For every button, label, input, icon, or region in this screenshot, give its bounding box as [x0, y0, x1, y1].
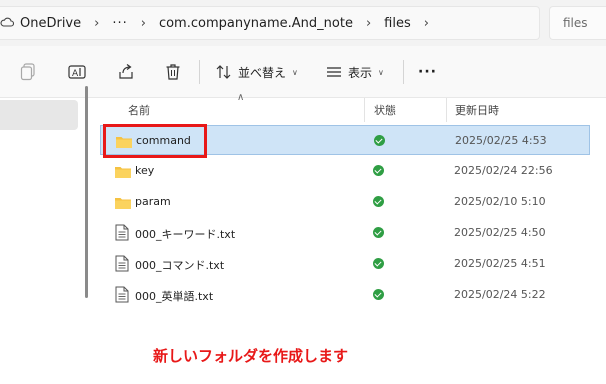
- copy-icon: [20, 63, 36, 81]
- more-options-button[interactable]: ···: [418, 62, 437, 82]
- breadcrumb-overflow[interactable]: ···: [112, 16, 127, 31]
- column-status[interactable]: 状態: [374, 102, 396, 118]
- share-icon: [117, 63, 135, 81]
- search-placeholder: files: [563, 16, 588, 30]
- chevron-right-icon[interactable]: ›: [94, 16, 99, 31]
- file-row[interactable]: 000_コマンド.txt 2025/02/25 4:51: [100, 249, 590, 279]
- breadcrumb[interactable]: OneDrive › ··· › com.companyname.And_not…: [0, 6, 540, 40]
- sort-button[interactable]: 並べ替え ∨: [216, 62, 298, 82]
- nav-scrollbar[interactable]: [85, 86, 88, 298]
- file-modified: 2025/02/25 4:53: [455, 134, 547, 147]
- file-row[interactable]: 000_英単語.txt 2025/02/24 5:22: [100, 280, 590, 310]
- file-modified: 2025/02/24 5:22: [454, 288, 546, 301]
- share-button[interactable]: [117, 62, 135, 82]
- chevron-down-icon: ∨: [292, 67, 298, 77]
- folder-icon: [114, 195, 132, 214]
- copy-button[interactable]: [20, 62, 36, 82]
- synced-check-icon: [374, 135, 385, 146]
- column-divider[interactable]: [446, 98, 447, 122]
- toolbar-divider: [403, 60, 404, 84]
- rename-button[interactable]: A: [68, 62, 86, 82]
- chevron-right-icon[interactable]: ›: [141, 16, 146, 31]
- cloud-icon: [0, 16, 15, 30]
- synced-check-icon: [373, 289, 384, 300]
- column-modified[interactable]: 更新日時: [455, 102, 499, 118]
- text-file-icon: [115, 224, 129, 245]
- svg-text:A: A: [72, 69, 79, 79]
- text-file-icon: [115, 286, 129, 307]
- file-modified: 2025/02/10 5:10: [454, 195, 546, 208]
- search-input[interactable]: files: [549, 6, 606, 40]
- file-modified: 2025/02/25 4:51: [454, 257, 546, 270]
- file-modified: 2025/02/25 4:50: [454, 226, 546, 239]
- column-divider[interactable]: [364, 98, 365, 122]
- address-bar-area: OneDrive › ··· › com.companyname.And_not…: [0, 0, 606, 46]
- synced-check-icon: [373, 227, 384, 238]
- view-label: 表示: [348, 65, 373, 80]
- breadcrumb-onedrive[interactable]: OneDrive: [20, 16, 81, 31]
- column-name[interactable]: 名前: [128, 102, 150, 118]
- sort-ascending-icon: ∧: [237, 92, 245, 103]
- file-name: 000_英単語.txt: [135, 290, 214, 303]
- chevron-right-icon[interactable]: ›: [366, 16, 371, 31]
- sort-label: 並べ替え: [238, 65, 287, 80]
- more-icon: ···: [418, 64, 437, 80]
- file-name: 000_キーワード.txt: [135, 228, 236, 241]
- chevron-right-icon[interactable]: ›: [424, 16, 429, 31]
- sort-icon: [216, 64, 232, 80]
- rename-icon: A: [68, 63, 86, 81]
- file-modified: 2025/02/24 22:56: [454, 164, 553, 177]
- column-header: 名前 ∧ 状態 更新日時: [100, 92, 606, 122]
- highlight-box: [103, 124, 207, 158]
- file-name: param: [135, 195, 171, 208]
- nav-selected-item[interactable]: [0, 100, 78, 130]
- chevron-down-icon: ∨: [378, 67, 384, 77]
- synced-check-icon: [373, 196, 384, 207]
- navigation-pane: [0, 98, 92, 312]
- file-name: 000_コマンド.txt: [135, 259, 225, 272]
- file-row[interactable]: param 2025/02/10 5:10: [100, 187, 590, 217]
- breadcrumb-files[interactable]: files: [384, 16, 411, 31]
- trash-icon: [165, 63, 181, 81]
- delete-button[interactable]: [165, 62, 181, 82]
- synced-check-icon: [373, 165, 384, 176]
- file-row[interactable]: 000_キーワード.txt 2025/02/25 4:50: [100, 218, 590, 248]
- synced-check-icon: [373, 258, 384, 269]
- command-toolbar: A 並べ替え ∨ 表示 ∨ ···: [0, 46, 606, 98]
- file-row[interactable]: key 2025/02/24 22:56: [100, 156, 590, 186]
- folder-icon: [114, 164, 132, 183]
- toolbar-divider: [199, 60, 200, 84]
- view-button[interactable]: 表示 ∨: [326, 62, 384, 82]
- annotation-caption: 新しいフォルダを作成します: [153, 347, 349, 365]
- list-view-icon: [326, 65, 342, 79]
- breadcrumb-app-folder[interactable]: com.companyname.And_note: [159, 16, 353, 31]
- file-name: key: [135, 164, 155, 177]
- text-file-icon: [115, 255, 129, 276]
